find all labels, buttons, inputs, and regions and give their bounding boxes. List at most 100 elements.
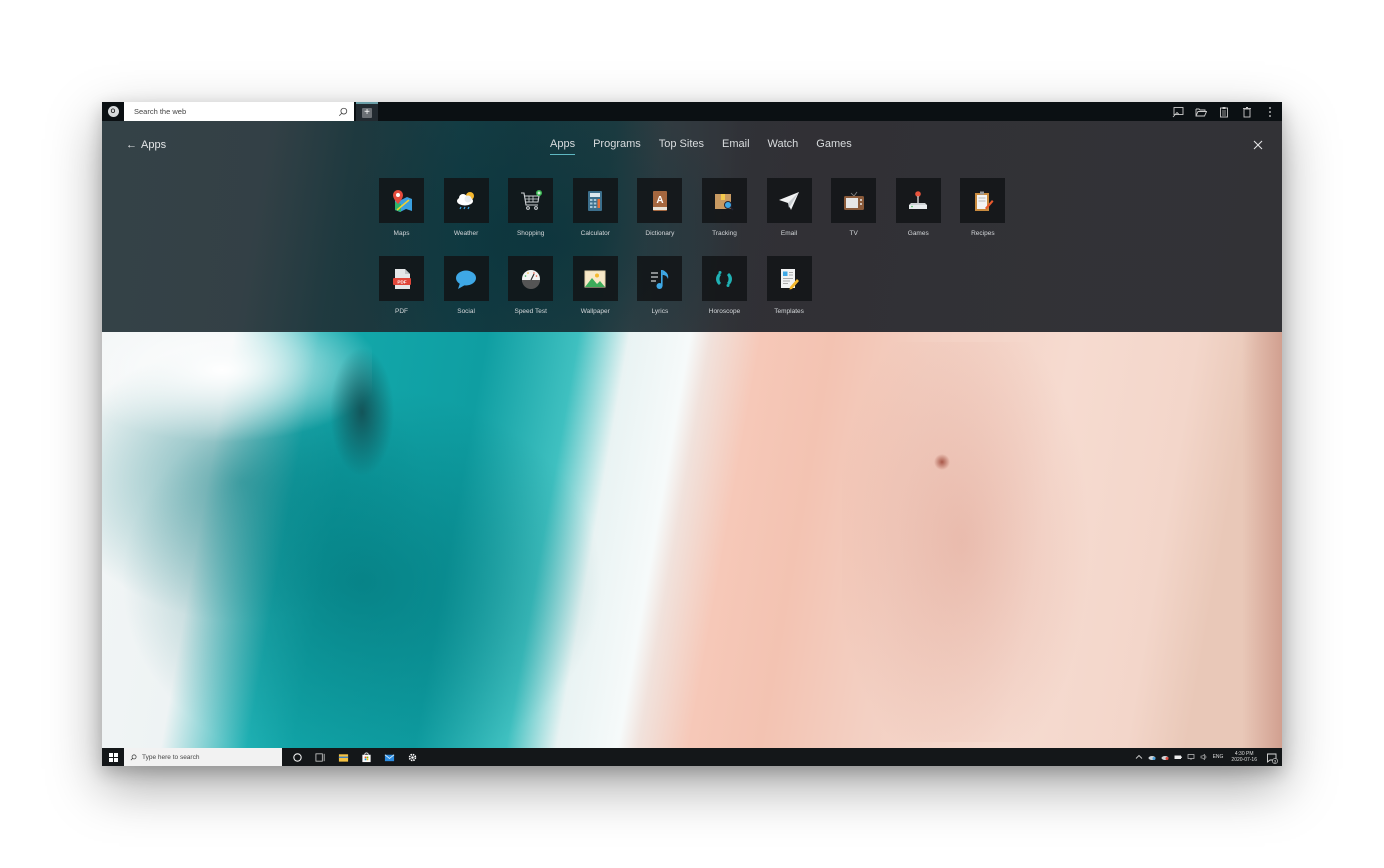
- tab-email[interactable]: Email: [722, 138, 757, 155]
- volume-icon: [1200, 753, 1206, 761]
- web-search-box[interactable]: [124, 102, 354, 121]
- dictionary-icon: A: [652, 190, 667, 211]
- chevron-up-icon: [1135, 754, 1142, 759]
- app-label: Wallpaper: [580, 308, 610, 315]
- app-speed-test[interactable]: Speed Test: [508, 256, 554, 334]
- app-label: Templates: [774, 308, 804, 315]
- language-indicator[interactable]: ENG: [1213, 754, 1224, 760]
- app-label: Calculator: [580, 230, 610, 237]
- app-tile: [508, 178, 554, 223]
- back-button[interactable]: ← Apps: [126, 139, 166, 151]
- app-maps[interactable]: Maps: [379, 178, 424, 256]
- cloud-sync-icon: [1148, 756, 1156, 760]
- more-menu-button[interactable]: [1262, 104, 1278, 120]
- trash-icon: [1243, 106, 1251, 117]
- new-tab-button[interactable]: +: [356, 102, 378, 121]
- start-button[interactable]: [102, 748, 124, 766]
- app-label: Social: [457, 308, 475, 315]
- windows-taskbar: ENG 4:30 PM 2020-07-16 3: [102, 748, 1282, 766]
- folder-open-icon: [1195, 108, 1207, 116]
- app-email[interactable]: Email: [766, 178, 812, 256]
- app-tile: [701, 256, 747, 301]
- app-tile: [379, 178, 424, 223]
- tab-apps[interactable]: Apps: [550, 138, 582, 155]
- app-calculator[interactable]: Calculator: [572, 178, 618, 256]
- apps-row: Maps Weather Shopping Calculator A Dicti…: [379, 178, 1019, 256]
- browser-logo-button[interactable]: O: [102, 102, 124, 121]
- app-tile: [766, 256, 812, 301]
- tab-top-sites[interactable]: Top Sites: [659, 138, 711, 155]
- screenshot-button[interactable]: [1170, 104, 1186, 120]
- pinned-apps: [286, 748, 424, 766]
- show-hidden-icons-button[interactable]: [1135, 753, 1143, 761]
- tab-watch[interactable]: Watch: [768, 138, 806, 155]
- app-tv[interactable]: TV: [831, 178, 877, 256]
- apps-row: PDF PDF Social Speed Test Wallpaper Lyri…: [379, 256, 1019, 334]
- close-icon[interactable]: [1252, 139, 1264, 151]
- clipboard-button[interactable]: [1216, 104, 1232, 120]
- search-icon[interactable]: [338, 107, 348, 117]
- app-horoscope[interactable]: Horoscope: [701, 256, 747, 334]
- app-social[interactable]: Social: [443, 256, 489, 334]
- tv-icon: [843, 191, 864, 210]
- back-label: Apps: [141, 139, 167, 151]
- app-label: Dictionary: [645, 230, 675, 237]
- screenshot-icon: [1172, 106, 1184, 117]
- app-shopping[interactable]: Shopping: [508, 178, 554, 256]
- pdf-icon: PDF: [392, 268, 411, 289]
- clock-date: 2020-07-16: [1231, 757, 1257, 763]
- app-weather[interactable]: Weather: [443, 178, 489, 256]
- mail-icon: [384, 753, 395, 761]
- app-label: TV: [849, 230, 858, 237]
- app-games[interactable]: Games: [895, 178, 941, 256]
- action-center-button[interactable]: 3: [1266, 751, 1278, 764]
- app-tile: [701, 178, 747, 223]
- app-label: Shopping: [516, 230, 545, 237]
- app-templates[interactable]: Templates: [766, 256, 812, 334]
- store-button[interactable]: [355, 748, 378, 766]
- browser-top-bar: O +: [102, 102, 1282, 121]
- app-lyrics[interactable]: Lyrics: [637, 256, 683, 334]
- app-recipes[interactable]: Recipes: [960, 178, 1006, 256]
- taskbar-search-box[interactable]: [124, 748, 282, 766]
- tray-app-button[interactable]: [1161, 753, 1169, 761]
- app-pdf[interactable]: PDF PDF: [379, 256, 424, 334]
- settings-button[interactable]: [401, 748, 424, 766]
- more-vertical-icon: [1269, 106, 1271, 117]
- calculator-icon: [588, 190, 603, 211]
- open-folder-button[interactable]: [1193, 104, 1209, 120]
- weather-icon: [457, 191, 475, 209]
- app-wallpaper[interactable]: Wallpaper: [572, 256, 618, 334]
- app-label: Speed Test: [514, 308, 547, 315]
- apps-panel: ← Apps Apps Programs Top Sites Email Wat…: [102, 121, 1282, 332]
- tray-app-button[interactable]: [1148, 753, 1156, 761]
- network-button[interactable]: [1187, 753, 1195, 761]
- clock[interactable]: 4:30 PM 2020-07-16: [1231, 751, 1257, 763]
- mail-button[interactable]: [378, 748, 401, 766]
- app-tile: [895, 178, 941, 223]
- web-search-input[interactable]: [134, 107, 338, 116]
- tab-programs[interactable]: Programs: [593, 138, 648, 155]
- tab-games[interactable]: Games: [816, 138, 858, 155]
- maps-icon: [392, 189, 412, 212]
- svg-text:A: A: [656, 195, 663, 206]
- app-label: Email: [780, 230, 798, 237]
- app-tracking[interactable]: Tracking: [701, 178, 747, 256]
- cortana-button[interactable]: [286, 748, 309, 766]
- notification-icon: 3: [1267, 753, 1278, 764]
- back-arrow-icon: ←: [126, 139, 137, 151]
- category-tabs: Apps Programs Top Sites Email Watch Game…: [550, 138, 870, 155]
- recipe-clipboard-icon: [974, 191, 994, 211]
- cortana-icon: [293, 752, 302, 762]
- trash-button[interactable]: [1239, 104, 1255, 120]
- taskbar-search-input[interactable]: [142, 753, 272, 761]
- volume-button[interactable]: [1200, 753, 1208, 761]
- app-tile: [443, 256, 489, 301]
- app-label: Lyrics: [651, 308, 669, 315]
- battery-button[interactable]: [1174, 753, 1182, 761]
- cloud-alert-icon: [1161, 756, 1169, 760]
- file-explorer-button[interactable]: [332, 748, 355, 766]
- store-icon: [362, 752, 371, 762]
- task-view-button[interactable]: [309, 748, 332, 766]
- app-dictionary[interactable]: A Dictionary: [637, 178, 683, 256]
